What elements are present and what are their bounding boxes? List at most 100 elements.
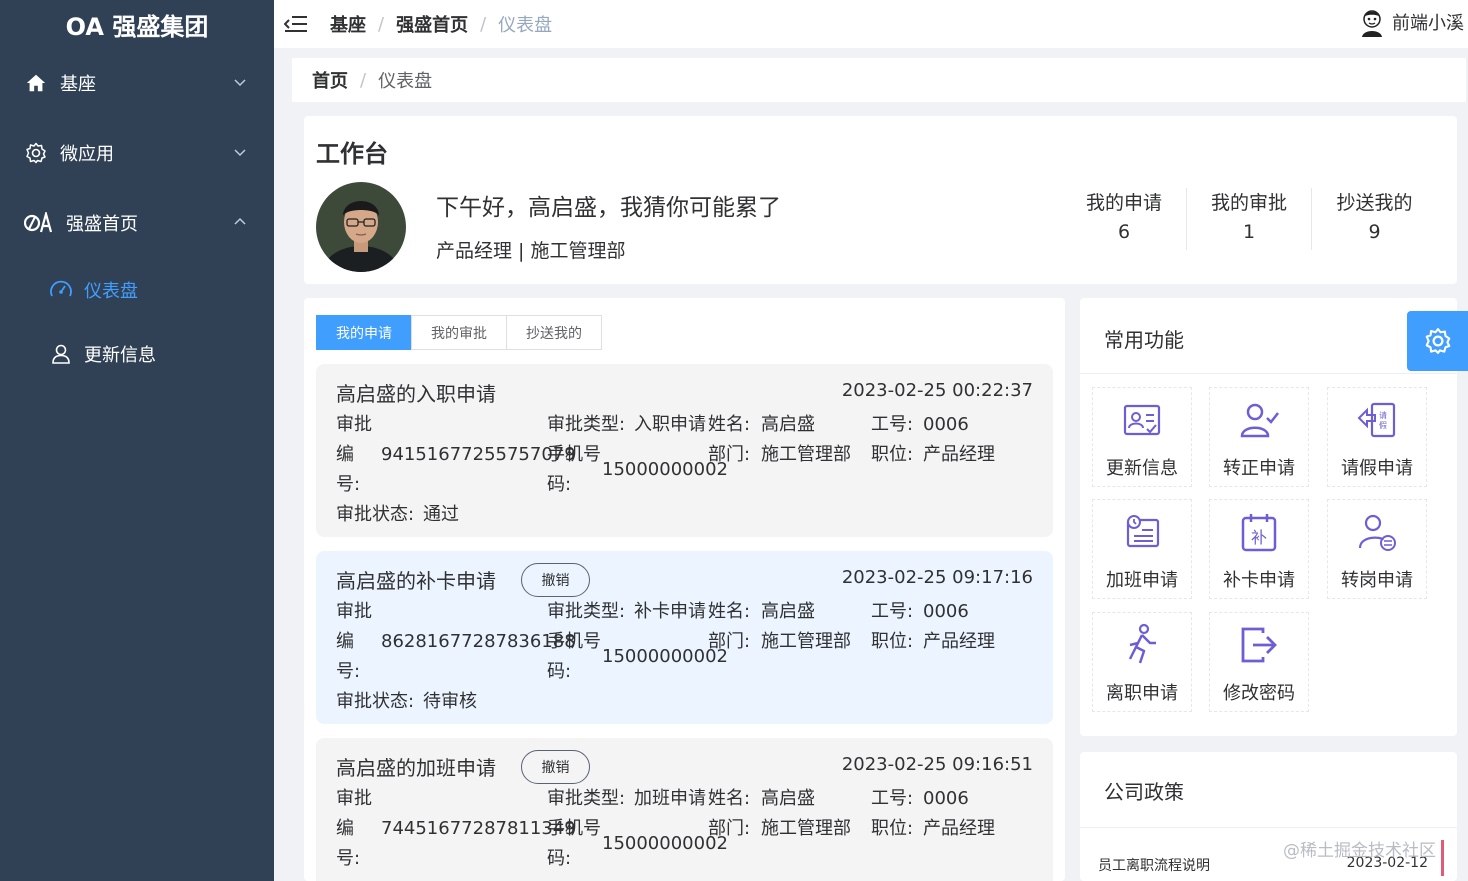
field-label: 号:: [336, 474, 361, 495]
position: 产品经理: [923, 444, 995, 465]
func-label: 转岗申请: [1341, 570, 1413, 591]
stat-my-approvals[interactable]: 我的审批 1: [1187, 188, 1312, 250]
policy-title: 员工离职流程说明: [1098, 858, 1210, 874]
job-number: 0006: [923, 788, 969, 809]
field-label: 审批类型:: [547, 788, 626, 809]
breadcrumb: 基座 / 强盛首页 / 仪表盘: [330, 11, 552, 37]
approval-type: 加班申请: [634, 788, 706, 809]
transfer-user-icon: [1358, 514, 1396, 551]
func-change-password[interactable]: 修改密码: [1209, 612, 1309, 712]
leave-icon: 请假: [1357, 402, 1396, 438]
revoke-button[interactable]: 撤销: [521, 563, 590, 597]
breadcrumb-item[interactable]: 首页: [312, 67, 348, 93]
application-card[interactable]: 高启盛的入职申请 2023-02-25 00:22:37 审批 编 号: 941…: [316, 364, 1053, 537]
sidebar-item-label: 更新信息: [84, 345, 156, 366]
stat-label: 我的申请: [1085, 192, 1162, 214]
greeting-text: 下午好，高启盛，我猜你可能累了: [436, 195, 781, 221]
application-card[interactable]: 高启盛的补卡申请 撤销 2023-02-25 09:17:16 审批 编 号: …: [316, 551, 1053, 724]
watermark: @稀土掘金技术社区: [1283, 841, 1436, 861]
applications-panel: 我的申请 我的审批 抄送我的 高启盛的入职申请 2023-02-25 00:22…: [304, 298, 1065, 881]
field-label: 码:: [547, 661, 572, 682]
sidebar-item-home[interactable]: 强盛首页: [0, 188, 274, 258]
svg-text:假: 假: [1379, 421, 1387, 430]
breadcrumb-item[interactable]: 强盛首页: [396, 11, 468, 37]
tab-my-applications[interactable]: 我的申请: [316, 315, 412, 350]
calendar-fix-icon: 补: [1241, 514, 1277, 552]
user-menu[interactable]: 前端小溪: [1356, 6, 1464, 38]
app-logo-text: OA 强盛集团: [65, 12, 209, 41]
dashboard-icon: [48, 277, 74, 303]
field-label: 姓名:: [708, 788, 751, 809]
func-label: 补卡申请: [1223, 570, 1295, 591]
field-label: 职位:: [871, 444, 914, 465]
oa-logo-icon: [24, 211, 54, 235]
page-title: 工作台: [316, 140, 388, 168]
walk-out-icon: [1128, 623, 1156, 664]
field-label: 审批类型:: [547, 414, 626, 435]
home-icon: [24, 71, 48, 95]
field-label: 号:: [336, 661, 361, 682]
field-label: 手机号: [547, 818, 601, 839]
gear-icon: [1425, 328, 1450, 354]
stat-cc-me[interactable]: 抄送我的 9: [1312, 188, 1437, 250]
divider: [1080, 373, 1457, 374]
breadcrumb-current: 仪表盘: [498, 15, 553, 36]
approval-type: 入职申请: [634, 414, 706, 435]
stat-my-applications[interactable]: 我的申请 6: [1062, 188, 1187, 250]
field-label: 审批类型:: [547, 601, 626, 622]
common-functions-panel: 常用功能 更新信息 转正申请 请假 请假申请 加班申请 补 补卡申请 转岗申请 …: [1080, 298, 1457, 736]
sidebar-item-label: 强盛首页: [66, 214, 138, 235]
field-label: 编: [336, 444, 354, 465]
field-label: 审批: [336, 414, 372, 435]
application-time: 2023-02-25 09:17:16: [841, 567, 1033, 588]
field-label: 审批状态:: [336, 691, 415, 712]
field-label: 部门:: [708, 818, 751, 839]
workbench-card: 工作台 下午好，高启盛，我猜你可能累了 产品经理 | 施工管理部 我的申请 6 …: [304, 116, 1457, 284]
divider: [1080, 827, 1457, 828]
avatar: [316, 182, 406, 272]
func-regularization[interactable]: 转正申请: [1209, 387, 1309, 487]
field-label: 编: [336, 818, 354, 839]
applicant-name: 高启盛: [761, 788, 815, 809]
func-label: 离职申请: [1106, 683, 1178, 704]
tab-cc-me[interactable]: 抄送我的: [506, 315, 602, 350]
func-resignation[interactable]: 离职申请: [1092, 612, 1192, 712]
applicant-name: 高启盛: [761, 601, 815, 622]
field-label: 手机号: [547, 444, 601, 465]
sidebar-item-dashboard[interactable]: 仪表盘: [0, 258, 274, 322]
settings-button[interactable]: [1407, 311, 1468, 371]
func-update-info[interactable]: 更新信息: [1092, 387, 1192, 487]
gear-icon: [24, 141, 48, 165]
func-overtime[interactable]: 加班申请: [1092, 499, 1192, 599]
stat-value: 6: [1117, 221, 1131, 243]
breadcrumb-separator: /: [360, 69, 367, 91]
policy-panel: 公司政策 员工离职流程说明 2023-02-12: [1080, 752, 1457, 881]
field-label: 编: [336, 631, 354, 652]
tab-my-approvals[interactable]: 我的审批: [411, 315, 507, 350]
position: 产品经理: [923, 818, 995, 839]
hamburger-icon[interactable]: [284, 14, 308, 34]
func-transfer[interactable]: 转岗申请: [1327, 499, 1427, 599]
breadcrumb-item[interactable]: 基座: [330, 11, 366, 37]
revoke-button[interactable]: 撤销: [521, 750, 590, 784]
field-label: 码:: [547, 848, 572, 869]
svg-text:请: 请: [1379, 410, 1387, 420]
stats-group: 我的申请 6 我的审批 1 抄送我的 9: [1062, 188, 1437, 250]
func-label: 转正申请: [1223, 458, 1295, 479]
sidebar-item-update-info[interactable]: 更新信息: [0, 322, 274, 386]
func-leave[interactable]: 请假 请假申请: [1327, 387, 1427, 487]
username: 前端小溪: [1392, 13, 1464, 34]
stat-label: 抄送我的: [1336, 192, 1413, 214]
field-label: 工号:: [871, 601, 914, 622]
application-time: 2023-02-25 00:22:37: [841, 380, 1033, 401]
application-card[interactable]: 高启盛的加班申请 撤销 2023-02-25 09:16:51 审批 编 号: …: [316, 738, 1053, 881]
department: 施工管理部: [761, 444, 851, 465]
sidebar-item-microapp[interactable]: 微应用: [0, 118, 274, 188]
func-card-fix[interactable]: 补 补卡申请: [1209, 499, 1309, 599]
chevron-down-icon: [234, 79, 246, 87]
field-label: 审批: [336, 601, 372, 622]
field-label: 手机号: [547, 631, 601, 652]
sidebar-item-jizuo[interactable]: 基座: [0, 48, 274, 118]
svg-text:补: 补: [1251, 528, 1267, 547]
field-label: 工号:: [871, 414, 914, 435]
